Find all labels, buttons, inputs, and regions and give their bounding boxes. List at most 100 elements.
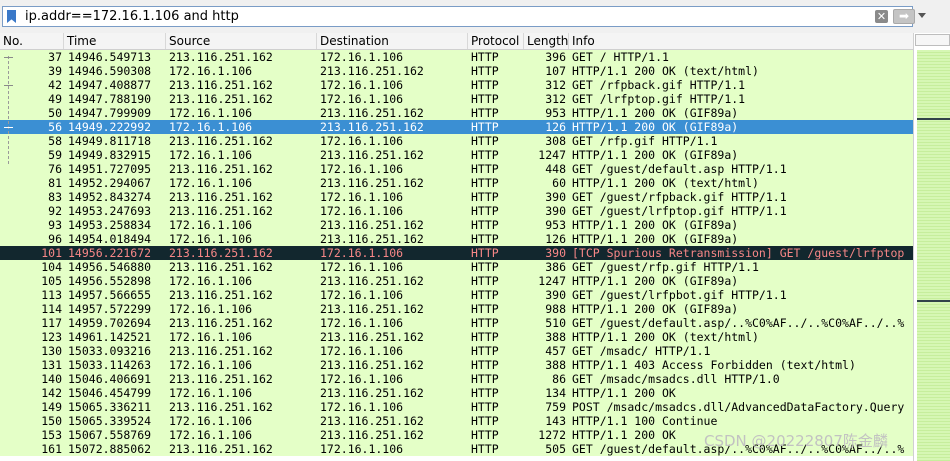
display-filter-toolbar: ip.addr==172.16.1.106 and http ✕ ➡ (0, 0, 950, 33)
packet-row[interactable]: 39 14946.590308 172.16.1.106 213.116.251.16… (0, 64, 913, 78)
packet-row[interactable]: 105 14956.552898 172.16.1.106 213.116.251.1… (0, 274, 913, 288)
packet-source: 172.16.1.106 (169, 218, 253, 232)
packet-row[interactable]: 140 15046.406691 213.116.251.162 172.16.1.1… (0, 372, 913, 386)
current-packet-marker-icon (4, 127, 13, 128)
packet-source: 213.116.251.162 (169, 162, 273, 176)
column-header-info[interactable]: Info (569, 33, 913, 49)
packet-source: 172.16.1.106 (169, 148, 253, 162)
packet-length: 457 (545, 344, 566, 358)
packet-minimap[interactable] (917, 50, 950, 461)
packet-number: 161 (41, 442, 62, 456)
packet-info: GET /guest/rfpback.gif HTTP/1.1 (572, 190, 787, 204)
packet-time: 14952.843274 (68, 190, 152, 204)
packet-destination: 213.116.251.162 (320, 428, 424, 442)
packet-destination: 172.16.1.106 (320, 442, 404, 456)
packet-row[interactable]: 123 14961.142521 172.16.1.106 213.116.251.1… (0, 330, 913, 344)
packet-time: 15033.093216 (68, 344, 152, 358)
packet-time: 14949.811718 (68, 134, 152, 148)
packet-length: 308 (545, 134, 566, 148)
packet-row[interactable]: 117 14959.702694 213.116.251.162 172.16.1.1… (0, 316, 913, 330)
packet-protocol: HTTP (471, 218, 499, 232)
column-header-protocol[interactable]: Protocol (468, 33, 524, 49)
packet-row[interactable]: 37 14946.549713 213.116.251.162 172.16.1.10… (0, 50, 913, 64)
packet-info: HTTP/1.1 200 OK (GIF89a) (572, 120, 739, 134)
column-header-length[interactable]: Length (524, 33, 569, 49)
packet-length: 1247 (538, 274, 566, 288)
packet-destination: 213.116.251.162 (320, 120, 424, 134)
packet-protocol: HTTP (471, 120, 499, 134)
packet-length: 390 (545, 190, 566, 204)
packet-destination: 172.16.1.106 (320, 162, 404, 176)
packet-info: GET /guest/lrfpbot.gif HTTP/1.1 (572, 288, 787, 302)
packet-row[interactable]: 50 14947.799909 172.16.1.106 213.116.251.16… (0, 106, 913, 120)
packet-row[interactable]: 142 15046.454799 172.16.1.106 213.116.251.1… (0, 386, 913, 400)
packet-length: 988 (545, 302, 566, 316)
packet-length: 134 (545, 386, 566, 400)
packet-length: 953 (545, 218, 566, 232)
packet-destination: 213.116.251.162 (320, 386, 424, 400)
column-header-destination[interactable]: Destination (317, 33, 468, 49)
packet-row[interactable]: 42 14947.408877 213.116.251.162 172.16.1.10… (0, 78, 913, 92)
related-packet-indicator (8, 56, 9, 164)
apply-filter-button[interactable]: ➡ (893, 9, 915, 24)
packet-destination: 172.16.1.106 (320, 372, 404, 386)
packet-row[interactable]: 130 15033.093216 213.116.251.162 172.16.1.1… (0, 344, 913, 358)
packet-row[interactable]: 59 14949.832915 172.16.1.106 213.116.251.16… (0, 148, 913, 162)
packet-protocol: HTTP (471, 330, 499, 344)
column-header-no[interactable]: No. (0, 33, 64, 49)
packet-source: 172.16.1.106 (169, 428, 253, 442)
packet-row[interactable]: 150 15065.339524 172.16.1.106 213.116.251.1… (0, 414, 913, 428)
packet-time: 15065.336211 (68, 400, 152, 414)
packet-source: 172.16.1.106 (169, 64, 253, 78)
packet-time: 14947.788190 (68, 92, 152, 106)
packet-row[interactable]: 76 14951.727095 213.116.251.162 172.16.1.10… (0, 162, 913, 176)
packet-row[interactable]: 131 15033.114263 172.16.1.106 213.116.251.1… (0, 358, 913, 372)
packet-row[interactable]: 101 14956.221672 213.116.251.162 172.16.1.1… (0, 246, 913, 260)
packet-protocol: HTTP (471, 190, 499, 204)
packet-destination: 172.16.1.106 (320, 190, 404, 204)
packet-protocol: HTTP (471, 148, 499, 162)
packet-row[interactable]: 81 14952.294067 172.16.1.106 213.116.251.16… (0, 176, 913, 190)
display-filter-input[interactable]: ip.addr==172.16.1.106 and http ✕ ➡ (2, 6, 915, 27)
packet-destination: 213.116.251.162 (320, 274, 424, 288)
packet-protocol: HTTP (471, 204, 499, 218)
packet-row[interactable]: 83 14952.843274 213.116.251.162 172.16.1.10… (0, 190, 913, 204)
packet-protocol: HTTP (471, 176, 499, 190)
packet-protocol: HTTP (471, 232, 499, 246)
packet-info: HTTP/1.1 200 OK (GIF89a) (572, 302, 739, 316)
packet-destination: 172.16.1.106 (320, 400, 404, 414)
packet-time: 14953.247693 (68, 204, 152, 218)
packet-row[interactable]: 58 14949.811718 213.116.251.162 172.16.1.10… (0, 134, 913, 148)
packet-time: 14961.142521 (68, 330, 152, 344)
packet-row[interactable]: 49 14947.788190 213.116.251.162 172.16.1.10… (0, 92, 913, 106)
packet-row[interactable]: 149 15065.336211 213.116.251.162 172.16.1.1… (0, 400, 913, 414)
packet-source: 213.116.251.162 (169, 134, 273, 148)
packet-number: 131 (41, 358, 62, 372)
column-header-time[interactable]: Time (64, 33, 166, 49)
packet-source: 213.116.251.162 (169, 442, 273, 456)
packet-source: 172.16.1.106 (169, 386, 253, 400)
packet-number: 130 (41, 344, 62, 358)
filter-history-dropdown-icon[interactable] (918, 13, 926, 18)
packet-source: 172.16.1.106 (169, 358, 253, 372)
packet-time: 15065.339524 (68, 414, 152, 428)
packet-info: GET /guest/default.asp/..%C0%AF../..%C0%… (572, 316, 905, 330)
scrollbar-thumb[interactable] (915, 34, 950, 46)
packet-row[interactable]: 114 14957.572299 172.16.1.106 213.116.251.1… (0, 302, 913, 316)
packet-number: 101 (41, 246, 62, 260)
packet-row[interactable]: 93 14953.258834 172.16.1.106 213.116.251.16… (0, 218, 913, 232)
filter-bookmark-icon[interactable] (7, 10, 16, 23)
packet-row-selected[interactable]: 56 14949.222992 172.16.1.106 213.116.251.16… (0, 120, 913, 134)
packet-row[interactable]: 96 14954.018494 172.16.1.106 213.116.251.16… (0, 232, 913, 246)
packet-number: 149 (41, 400, 62, 414)
packet-destination: 172.16.1.106 (320, 78, 404, 92)
packet-number: 104 (41, 260, 62, 274)
packet-row[interactable]: 113 14957.566655 213.116.251.162 172.16.1.1… (0, 288, 913, 302)
column-header-source[interactable]: Source (166, 33, 317, 49)
packet-row[interactable]: 104 14956.546880 213.116.251.162 172.16.1.1… (0, 260, 913, 274)
packet-source: 213.116.251.162 (169, 400, 273, 414)
packet-number: 39 (48, 64, 62, 78)
packet-number: 59 (48, 148, 62, 162)
clear-filter-button[interactable]: ✕ (875, 10, 888, 23)
packet-row[interactable]: 92 14953.247693 213.116.251.162 172.16.1.10… (0, 204, 913, 218)
